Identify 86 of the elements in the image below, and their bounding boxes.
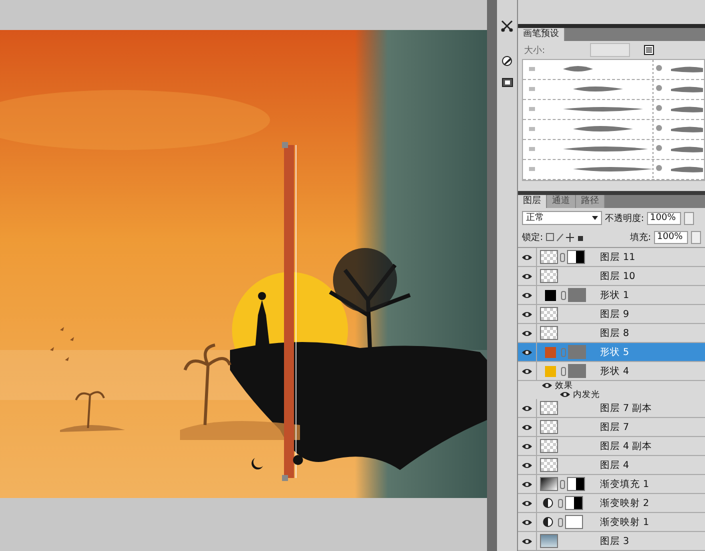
layer-name: 图层 7 bbox=[599, 420, 630, 434]
layer-thumbnail bbox=[540, 307, 558, 321]
eye-icon[interactable] bbox=[522, 518, 532, 526]
opacity-field[interactable]: 100% bbox=[647, 212, 682, 224]
eye-icon[interactable] bbox=[522, 330, 532, 336]
layer-name: 渐变映射 1 bbox=[599, 516, 650, 528]
layer-name: 图层 3 bbox=[599, 534, 630, 548]
opacity-label: 不透明度: bbox=[605, 212, 644, 224]
layer-thumbnail bbox=[540, 458, 558, 472]
panel-tab[interactable]: 路径 bbox=[576, 195, 605, 208]
size-field[interactable] bbox=[590, 43, 630, 58]
layer-row[interactable]: 图层 7 副本 bbox=[518, 399, 705, 418]
layer-name: 图层 8 bbox=[599, 326, 630, 340]
layer-thumbnail bbox=[540, 269, 558, 283]
eye-icon[interactable] bbox=[522, 424, 532, 430]
eye-icon[interactable] bbox=[522, 310, 532, 318]
panel-menu-icon[interactable] bbox=[644, 45, 654, 56]
eye-icon[interactable] bbox=[522, 538, 532, 544]
eye-icon[interactable] bbox=[560, 391, 570, 398]
eye-icon[interactable] bbox=[522, 272, 532, 280]
eye-icon[interactable] bbox=[522, 442, 532, 450]
layer-name: 形状 1 bbox=[599, 288, 630, 302]
layer-thumbnail bbox=[540, 401, 558, 415]
layer-row[interactable]: 图层 4 副本 bbox=[518, 437, 705, 456]
brush-preset[interactable] bbox=[523, 160, 704, 180]
layer-row[interactable]: 图层 7 bbox=[518, 418, 705, 437]
adjustment-icon bbox=[543, 517, 553, 527]
layer-thumbnail bbox=[540, 420, 558, 434]
eye-icon[interactable] bbox=[522, 348, 532, 356]
eye-icon[interactable] bbox=[522, 480, 532, 488]
layer-name: 形状 4 bbox=[599, 364, 630, 378]
gradient-thumbnail bbox=[540, 477, 558, 491]
layer-row[interactable]: 图层 3 bbox=[518, 532, 705, 551]
layer-name: 图层 11 bbox=[599, 250, 636, 264]
eye-icon[interactable] bbox=[522, 404, 532, 412]
eye-icon[interactable] bbox=[522, 368, 532, 374]
eye-icon[interactable] bbox=[542, 382, 552, 389]
layer-name: 图层 10 bbox=[599, 270, 636, 282]
blend-mode-dropdown[interactable]: 正常 bbox=[522, 211, 602, 225]
vector-mask-thumbnail bbox=[568, 345, 586, 359]
layer-name: 图层 7 副本 bbox=[599, 402, 652, 414]
layer-row[interactable]: 渐变填充 1 bbox=[518, 475, 705, 494]
layer-thumbnail bbox=[540, 326, 558, 340]
layer-thumbnail bbox=[540, 439, 558, 453]
lock-options-icon[interactable] bbox=[546, 233, 584, 242]
size-label: 大小: bbox=[524, 44, 546, 57]
layer-name: 图层 9 bbox=[599, 308, 630, 320]
layer-row[interactable]: 渐变映射 2 bbox=[518, 494, 705, 513]
brush-preset[interactable] bbox=[523, 80, 704, 100]
layer-name: 渐变映射 2 bbox=[599, 496, 650, 510]
eye-icon[interactable] bbox=[522, 292, 532, 298]
layer-row[interactable]: 形状 1 bbox=[518, 286, 705, 305]
mask-icon[interactable] bbox=[502, 78, 512, 87]
panel-tab[interactable]: 通道 bbox=[547, 195, 576, 208]
adjustment-icon bbox=[543, 498, 553, 508]
layer-row[interactable]: 图层 4 bbox=[518, 456, 705, 475]
brush-preset[interactable] bbox=[523, 120, 704, 140]
layer-row[interactable]: 图层 11 bbox=[518, 248, 705, 267]
layer-name: 形状 5 bbox=[599, 346, 630, 358]
layer-row[interactable]: 图层 10 bbox=[518, 267, 705, 286]
vector-mask-thumbnail bbox=[568, 288, 586, 302]
scissors-icon[interactable] bbox=[501, 20, 513, 32]
layer-name: 图层 4 副本 bbox=[599, 440, 652, 452]
lock-label: 锁定: bbox=[522, 232, 544, 244]
layer-row[interactable]: 图层 8 bbox=[518, 324, 705, 343]
brush-preset[interactable] bbox=[523, 100, 704, 120]
layer-row[interactable]: 图层 9 bbox=[518, 305, 705, 324]
brush-preset[interactable] bbox=[523, 60, 704, 80]
effect-name: 效果 bbox=[555, 380, 573, 392]
layer-row[interactable]: 渐变映射 1 bbox=[518, 513, 705, 532]
brush-preset[interactable] bbox=[523, 140, 704, 160]
layer-name: 图层 4 bbox=[599, 458, 630, 472]
dropdown-caret-icon bbox=[592, 216, 598, 220]
eye-icon[interactable] bbox=[522, 462, 532, 468]
layer-row[interactable]: 形状 4 bbox=[518, 362, 705, 381]
panel-tab[interactable]: 画笔预设 bbox=[518, 28, 565, 42]
layer-thumbnail bbox=[540, 250, 558, 264]
fill-label: 填充: bbox=[630, 232, 651, 244]
layer-thumbnail bbox=[540, 534, 558, 548]
vector-mask-thumbnail bbox=[568, 364, 586, 378]
eye-icon[interactable] bbox=[522, 500, 532, 506]
fill-field[interactable]: 100% bbox=[654, 231, 688, 244]
eye-icon[interactable] bbox=[522, 254, 532, 260]
panel-tab[interactable]: 图层 bbox=[518, 195, 547, 208]
effect-name: 内发光 bbox=[573, 388, 600, 400]
layer-name: 渐变填充 1 bbox=[599, 478, 650, 490]
